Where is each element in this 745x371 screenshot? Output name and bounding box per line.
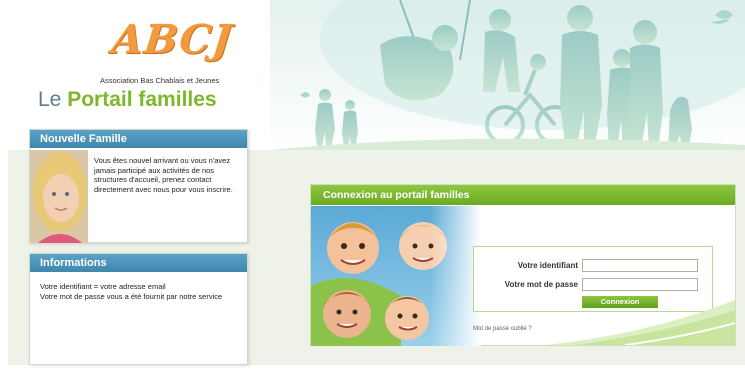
nouvelle-famille-title: Nouvelle Famille <box>30 130 247 148</box>
password-label: Votre mot de passe <box>504 280 578 289</box>
hero-illustration <box>270 0 745 150</box>
nouvelle-famille-box: Nouvelle Famille Vous êtes nouvel arriva… <box>29 129 248 243</box>
abcj-logo[interactable]: ABCJ <box>110 16 235 63</box>
children-photo <box>311 206 481 346</box>
identifiant-input[interactable] <box>582 259 698 272</box>
info-line-identifiant: Votre identifiant = votre adresse email <box>40 282 166 291</box>
informations-title: Informations <box>30 254 247 272</box>
forgot-password-link[interactable]: Mot de passe oublié ? <box>473 326 532 332</box>
informations-box: Informations Votre identifiant = votre a… <box>29 253 248 365</box>
page-header: ABCJ Association Bas Chablais et Jeunes … <box>0 0 745 150</box>
informations-text: Votre identifiant = votre adresse email … <box>40 282 245 301</box>
login-title: Connexion au portail familles <box>311 185 735 205</box>
nouvelle-famille-text: Vous êtes nouvel arrivant ou vous n'avez… <box>94 156 233 194</box>
girl-photo <box>30 150 88 243</box>
portal-title-prefix: Le <box>38 88 62 111</box>
portal-title: Le Portail familles <box>38 88 217 112</box>
login-panel: Connexion au portail familles Votre iden… <box>310 184 736 346</box>
association-name: Association Bas Chablais et Jeunes <box>100 76 220 85</box>
password-input[interactable] <box>582 278 698 291</box>
identifiant-label: Votre identifiant <box>517 261 578 270</box>
green-swoosh-decoration <box>545 300 735 345</box>
info-line-password: Votre mot de passe vous a été fournit pa… <box>40 291 223 301</box>
portal-title-main: Portail familles <box>67 88 217 111</box>
